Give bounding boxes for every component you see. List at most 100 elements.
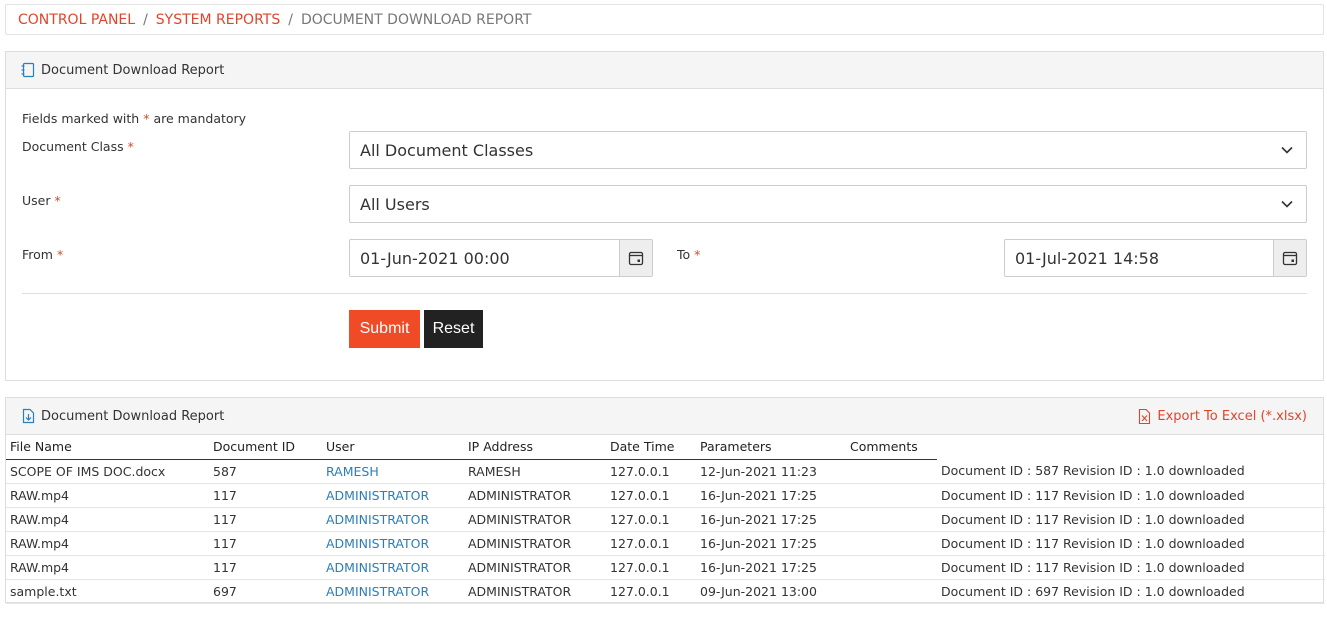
required-star: * <box>143 111 150 126</box>
cell-document-id: 587 <box>209 459 322 484</box>
cell-user[interactable]: ADMINISTRATOR <box>322 555 464 580</box>
calendar-icon <box>628 251 644 266</box>
cell-parameters <box>846 579 937 604</box>
document-class-label: Document Class * <box>22 139 134 154</box>
cell-file-name: RAW.mp4 <box>6 531 209 556</box>
column-header-document-id[interactable]: Document ID <box>209 435 322 460</box>
column-header-parameters[interactable]: Parameters <box>696 435 846 460</box>
cell-ip-address-user: ADMINISTRATOR <box>464 555 606 580</box>
table-row: RAW.mp4 117 ADMINISTRATOR ADMINISTRATOR 127.… <box>6 483 1325 508</box>
from-date-field: 01-Jun-2021 00:00 <box>349 239 653 277</box>
user-link[interactable]: ADMINISTRATOR <box>326 488 429 503</box>
table-row: sample.txt 697 ADMINISTRATOR ADMINISTRATOR 1… <box>6 579 1325 604</box>
notebook-icon <box>21 62 35 78</box>
cell-comments: Document ID : 697 Revision ID : 1.0 down… <box>937 579 1325 604</box>
cell-ip-address: 127.0.0.1 <box>606 483 696 508</box>
user-link[interactable]: ADMINISTRATOR <box>326 584 429 599</box>
cell-ip-address: 127.0.0.1 <box>606 579 696 604</box>
user-link[interactable]: ADMINISTRATOR <box>326 560 429 575</box>
column-header-user[interactable]: User <box>322 435 464 460</box>
cell-date-time: 16-Jun-2021 17:25 <box>696 507 846 532</box>
to-calendar-button[interactable] <box>1273 240 1306 276</box>
filter-panel-header: Document Download Report <box>6 52 1323 89</box>
calendar-icon <box>1282 251 1298 266</box>
column-header-date-time[interactable]: Date Time <box>606 435 696 460</box>
to-label: To * <box>677 247 700 262</box>
user-link[interactable]: ADMINISTRATOR <box>326 512 429 527</box>
chevron-down-icon <box>1281 146 1293 154</box>
breadcrumb: CONTROL PANEL / SYSTEM REPORTS / DOCUMEN… <box>5 4 1324 35</box>
cell-ip-address-user: ADMINISTRATOR <box>464 483 606 508</box>
from-calendar-button[interactable] <box>619 240 652 276</box>
table-row: RAW.mp4 117 ADMINISTRATOR ADMINISTRATOR 127.… <box>6 555 1325 580</box>
cell-file-name: RAW.mp4 <box>6 483 209 508</box>
cell-ip-address: 127.0.0.1 <box>606 507 696 532</box>
to-date-input[interactable]: 01-Jul-2021 14:58 <box>1005 240 1273 276</box>
cell-document-id: 117 <box>209 531 322 556</box>
breadcrumb-system-reports[interactable]: SYSTEM REPORTS <box>156 12 280 28</box>
cell-ip-address: 127.0.0.1 <box>606 531 696 556</box>
cell-comments: Document ID : 117 Revision ID : 1.0 down… <box>937 555 1325 580</box>
breadcrumb-control-panel[interactable]: CONTROL PANEL <box>18 12 135 28</box>
user-link[interactable]: RAMESH <box>326 464 379 479</box>
document-download-icon <box>22 408 35 424</box>
cell-ip-address-user: ADMINISTRATOR <box>464 579 606 604</box>
reset-button[interactable]: Reset <box>424 310 483 348</box>
cell-date-time: 12-Jun-2021 11:23 <box>696 459 846 484</box>
cell-parameters <box>846 459 937 484</box>
user-label: User * <box>22 193 61 208</box>
cell-file-name: RAW.mp4 <box>6 555 209 580</box>
form-divider <box>22 293 1307 294</box>
from-label: From * <box>22 247 63 262</box>
export-excel-label: Export To Excel (*.xlsx) <box>1157 409 1307 424</box>
cell-ip-address-user: ADMINISTRATOR <box>464 531 606 556</box>
table-body: SCOPE OF IMS DOC.docx 587 RAMESH RAMESH 127.… <box>6 459 1325 604</box>
chevron-down-icon <box>1281 200 1293 208</box>
breadcrumb-separator: / <box>143 11 148 28</box>
required-star: * <box>694 247 701 262</box>
breadcrumb-separator: / <box>288 11 293 28</box>
submit-button[interactable]: Submit <box>349 310 420 348</box>
cell-comments: Document ID : 117 Revision ID : 1.0 down… <box>937 507 1325 532</box>
cell-user[interactable]: ADMINISTRATOR <box>322 483 464 508</box>
required-star: * <box>56 247 64 262</box>
cell-user[interactable]: ADMINISTRATOR <box>322 579 464 604</box>
cell-document-id: 697 <box>209 579 322 604</box>
export-excel-link[interactable]: Export To Excel (*.xlsx) <box>1138 409 1307 424</box>
user-select[interactable]: All Users <box>349 185 1307 223</box>
cell-date-time: 16-Jun-2021 17:25 <box>696 531 846 556</box>
mandatory-note-suffix: are mandatory <box>153 111 247 126</box>
column-header-file-name[interactable]: File Name <box>6 435 209 460</box>
result-panel: Document Download Report Export To Excel… <box>5 397 1325 604</box>
cell-document-id: 117 <box>209 555 322 580</box>
document-class-select[interactable]: All Document Classes <box>349 131 1307 169</box>
filter-panel: Document Download Report Fields marked w… <box>5 51 1324 381</box>
cell-comments: Document ID : 117 Revision ID : 1.0 down… <box>937 531 1325 556</box>
cell-ip-address-user: RAMESH <box>464 459 606 484</box>
cell-ip-address: 127.0.0.1 <box>606 459 696 484</box>
column-header-empty <box>937 435 1325 459</box>
cell-comments: Document ID : 117 Revision ID : 1.0 down… <box>937 483 1325 508</box>
result-panel-header: Document Download Report <box>6 398 1323 435</box>
breadcrumb-current: DOCUMENT DOWNLOAD REPORT <box>300 11 532 28</box>
cell-parameters <box>846 555 937 580</box>
filter-panel-title: Document Download Report <box>41 62 225 78</box>
mandatory-note-prefix: Fields marked with <box>22 111 140 126</box>
column-header-ip-address[interactable]: IP Address <box>464 435 606 460</box>
column-header-comments[interactable]: Comments <box>846 435 937 460</box>
table-row: SCOPE OF IMS DOC.docx 587 RAMESH RAMESH 127.… <box>6 459 1325 484</box>
cell-parameters <box>846 531 937 556</box>
cell-document-id: 117 <box>209 507 322 532</box>
mandatory-note: Fields marked with * are mandatory <box>22 111 246 126</box>
table-row: RAW.mp4 117 ADMINISTRATOR ADMINISTRATOR 127.… <box>6 531 1325 556</box>
cell-user[interactable]: RAMESH <box>322 459 464 484</box>
cell-user[interactable]: ADMINISTRATOR <box>322 531 464 556</box>
to-date-field: 01-Jul-2021 14:58 <box>1004 239 1307 277</box>
document-class-label-text: Document Class <box>22 139 124 154</box>
user-value: All Users <box>360 194 430 214</box>
user-label-text: User <box>22 193 51 208</box>
cell-user[interactable]: ADMINISTRATOR <box>322 507 464 532</box>
table-header-row: File Name Document ID User IP Address Da… <box>6 435 1325 460</box>
user-link[interactable]: ADMINISTRATOR <box>326 536 429 551</box>
from-date-input[interactable]: 01-Jun-2021 00:00 <box>350 240 619 276</box>
